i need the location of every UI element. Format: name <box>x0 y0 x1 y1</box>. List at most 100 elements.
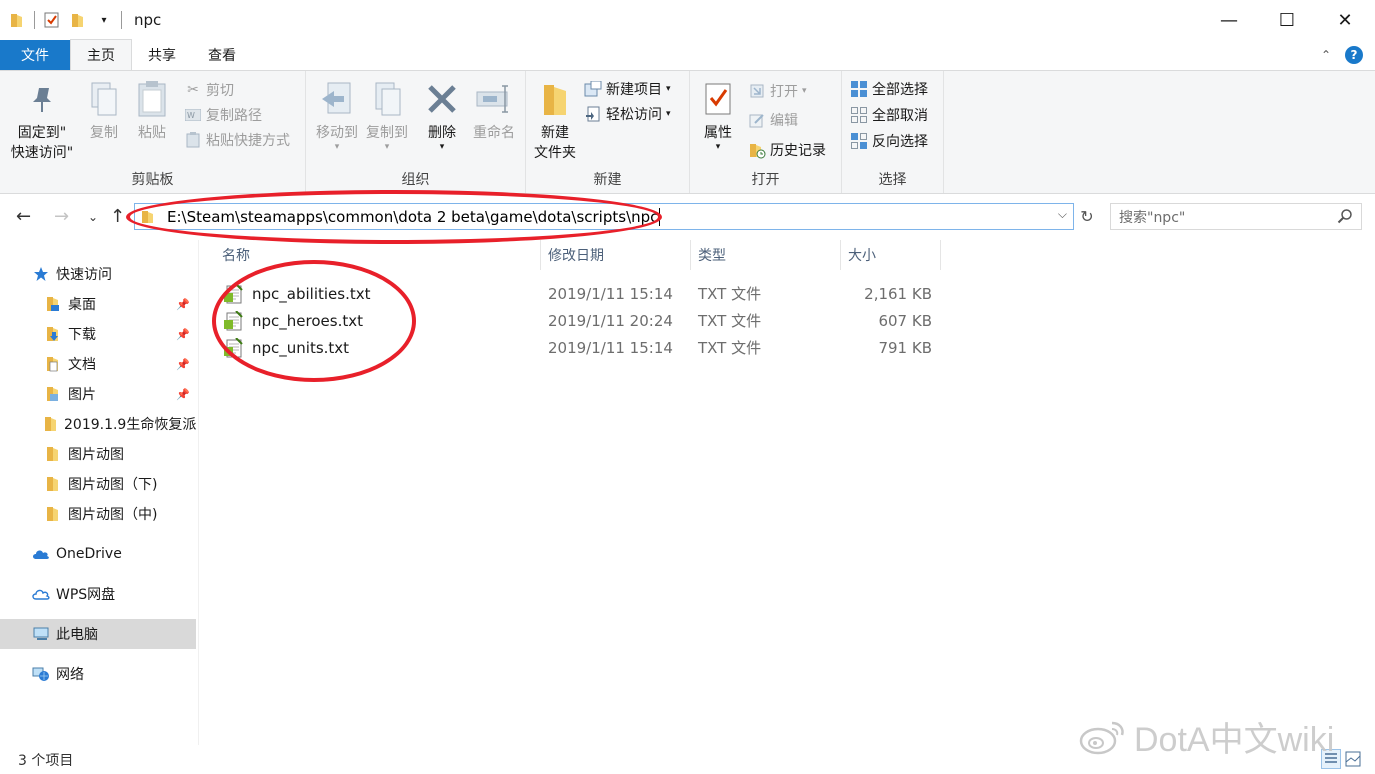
new-folder-icon <box>535 79 575 119</box>
open-button[interactable]: 打开 ▾ <box>748 80 807 102</box>
star-icon <box>32 266 50 282</box>
file-name: npc_abilities.txt <box>252 284 371 303</box>
sidebar-item-wps-cloud[interactable]: WPS网盘 <box>0 579 196 609</box>
column-header-name[interactable]: 名称 <box>222 240 250 270</box>
help-icon[interactable]: ? <box>1345 46 1363 64</box>
folder-icon <box>44 476 62 492</box>
sidebar-item-folder[interactable]: 2019.1.9生命恢复派 <box>0 409 196 439</box>
forward-arrow-icon[interactable]: → <box>54 206 69 227</box>
recent-locations-chevron-icon[interactable]: ⌄ <box>88 210 98 224</box>
large-icons-view-icon[interactable] <box>1343 749 1363 769</box>
file-row[interactable]: npc_heroes.txt 2019/1/11 20:24 TXT 文件 60… <box>218 307 948 334</box>
pin-icon[interactable]: 📌 <box>176 328 190 341</box>
address-path[interactable]: E:\Steam\steamapps\common\dota 2 beta\ga… <box>167 208 658 226</box>
svg-text:W: W <box>187 111 195 120</box>
select-none-button[interactable]: 全部取消 <box>850 104 928 126</box>
minimize-button[interactable]: — <box>1200 0 1258 40</box>
paste-shortcut-icon <box>184 131 202 149</box>
open-dropdown-icon: ▾ <box>802 86 807 96</box>
paste-button[interactable]: 粘贴 <box>130 79 174 143</box>
paste-label: 粘贴 <box>138 125 166 141</box>
back-arrow-icon[interactable]: ← <box>16 206 31 227</box>
folder-icon <box>44 416 58 432</box>
search-box[interactable]: 搜索"npc" <box>1110 203 1362 230</box>
tab-share[interactable]: 共享 <box>132 40 192 70</box>
sidebar-item-label: 图片动图 <box>68 447 124 463</box>
customize-dropdown-icon[interactable]: ▾ <box>95 11 113 29</box>
pin-to-quick-access-button[interactable]: 固定到" 快速访问" <box>6 79 78 163</box>
new-item-button[interactable]: 新建项目 ▾ <box>584 78 671 100</box>
sidebar-item-folder[interactable]: 图片动图 <box>0 439 196 469</box>
collapse-ribbon-icon[interactable]: ⌃ <box>1321 48 1331 62</box>
sidebar-item-network[interactable]: 网络 <box>0 659 196 689</box>
close-button[interactable]: ✕ <box>1316 0 1374 40</box>
select-all-button[interactable]: 全部选择 <box>850 78 928 100</box>
search-icon[interactable] <box>1337 208 1353 228</box>
move-to-icon <box>317 79 357 119</box>
folder-icon <box>44 506 62 522</box>
sidebar-item-onedrive[interactable]: OneDrive <box>0 539 196 569</box>
history-label: 历史记录 <box>770 143 826 159</box>
column-separator[interactable] <box>940 240 941 270</box>
refresh-icon[interactable]: ↻ <box>1075 203 1099 230</box>
invert-selection-icon <box>850 132 868 150</box>
address-bar[interactable]: E:\Steam\steamapps\common\dota 2 beta\ga… <box>134 203 1074 230</box>
column-separator[interactable] <box>840 240 841 270</box>
sidebar-item-quick-access[interactable]: 快速访问 <box>0 259 196 289</box>
column-separator[interactable] <box>540 240 541 270</box>
edit-icon <box>748 111 766 129</box>
tab-home[interactable]: 主页 <box>70 39 132 70</box>
sidebar-item-label: 网络 <box>56 667 84 683</box>
copy-path-button[interactable]: W 复制路径 <box>184 104 262 126</box>
sidebar-item-folder[interactable]: 图片动图（下) <box>0 469 196 499</box>
sidebar-item-downloads[interactable]: 下载 📌 <box>0 319 196 349</box>
pin-icon[interactable]: 📌 <box>176 388 190 401</box>
easy-access-button[interactable]: 轻松访问 ▾ <box>584 103 671 125</box>
sidebar-item-label: 此电脑 <box>56 627 98 643</box>
navigation-pane: 快速访问 桌面 📌 下载 📌 文档 📌 图片 📌 2019.1.9生命恢复派 图… <box>0 240 198 745</box>
properties-button[interactable]: 属性 ▾ <box>696 79 740 152</box>
sidebar-item-documents[interactable]: 文档 📌 <box>0 349 196 379</box>
paste-shortcut-button[interactable]: 粘贴快捷方式 <box>184 129 290 151</box>
column-header-modified[interactable]: 修改日期 <box>548 240 604 270</box>
column-header-type[interactable]: 类型 <box>698 240 726 270</box>
delete-button[interactable]: 删除 ▾ <box>420 79 464 152</box>
ribbon-tabs: 文件 主页 共享 查看 ⌃ ? <box>0 39 1375 70</box>
column-header-size[interactable]: 大小 <box>848 240 876 270</box>
sidebar-item-folder[interactable]: 图片动图（中) <box>0 499 196 529</box>
search-input[interactable]: 搜索"npc" <box>1119 207 1185 227</box>
paste-shortcut-label: 粘贴快捷方式 <box>206 133 290 149</box>
file-name-cell: npc_heroes.txt <box>224 307 363 334</box>
move-to-dropdown-icon: ▾ <box>334 142 340 152</box>
file-row[interactable]: npc_units.txt 2019/1/11 15:14 TXT 文件 791… <box>218 334 948 361</box>
copy-button[interactable]: 复制 <box>82 79 126 143</box>
copy-to-button[interactable]: 复制到 ▾ <box>362 79 412 152</box>
pin-icon[interactable]: 📌 <box>176 298 190 311</box>
copy-to-icon <box>367 79 407 119</box>
folder-icon[interactable] <box>8 11 26 29</box>
invert-selection-button[interactable]: 反向选择 <box>850 130 928 152</box>
toolbar-separator <box>121 11 122 29</box>
copy-path-label: 复制路径 <box>206 108 262 124</box>
sidebar-item-pictures[interactable]: 图片 📌 <box>0 379 196 409</box>
file-name-cell: npc_units.txt <box>224 334 349 361</box>
move-to-button[interactable]: 移动到 ▾ <box>312 79 362 152</box>
column-separator[interactable] <box>690 240 691 270</box>
tab-file[interactable]: 文件 <box>0 40 70 70</box>
properties-check-icon[interactable] <box>43 11 61 29</box>
address-dropdown-icon[interactable]: ⌵ <box>1058 207 1067 222</box>
cut-button[interactable]: ✂ 剪切 <box>184 79 234 101</box>
sidebar-item-desktop[interactable]: 桌面 📌 <box>0 289 196 319</box>
new-folder-button[interactable]: 新建 文件夹 <box>530 79 580 163</box>
rename-button[interactable]: 重命名 <box>468 79 520 143</box>
pin-icon[interactable]: 📌 <box>176 358 190 371</box>
up-arrow-icon[interactable]: ↑ <box>110 206 125 227</box>
tab-view[interactable]: 查看 <box>192 40 252 70</box>
new-folder-icon[interactable] <box>69 11 87 29</box>
maximize-button[interactable]: ☐ <box>1258 0 1316 40</box>
edit-button[interactable]: 编辑 <box>748 109 798 131</box>
history-button[interactable]: 历史记录 <box>748 139 826 161</box>
sidebar-item-this-pc[interactable]: 此电脑 <box>0 619 196 649</box>
ribbon-controls: ⌃ ? <box>1321 46 1363 64</box>
file-row[interactable]: npc_abilities.txt 2019/1/11 15:14 TXT 文件… <box>218 280 948 307</box>
